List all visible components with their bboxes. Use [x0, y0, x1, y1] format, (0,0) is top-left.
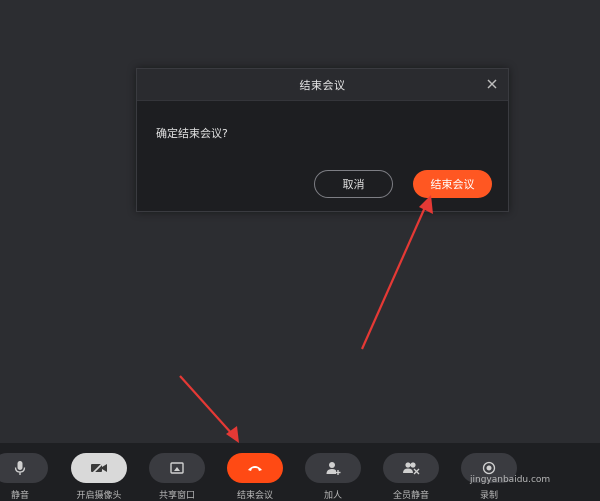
add-person-button[interactable] — [305, 453, 361, 483]
end-meeting-confirm-button[interactable]: 结束会议 — [413, 170, 492, 198]
arrowhead-hangup — [226, 426, 239, 443]
camera-off-icon — [91, 461, 107, 475]
share-label: 共享窗口 — [158, 491, 195, 501]
dialog-header: 结束会议 — [137, 69, 508, 101]
add-person-label: 加人 — [323, 491, 342, 501]
camera-label: 开启摄像头 — [76, 491, 122, 501]
share-screen-icon — [170, 462, 184, 474]
dialog-title: 结束会议 — [299, 79, 346, 92]
watermark: jingyanbaidu.com — [470, 475, 551, 485]
record-icon — [482, 461, 496, 475]
toolbar-camera: 开启摄像头 — [71, 453, 127, 501]
toolbar-add-person: 加人 — [305, 453, 361, 501]
arrow-to-hangup — [179, 375, 234, 436]
mute-all-icon — [403, 462, 420, 475]
toolbar-mute: 静音 — [0, 453, 48, 501]
camera-button[interactable] — [71, 453, 127, 483]
end-meeting-button[interactable] — [227, 453, 283, 483]
hang-up-icon — [248, 466, 262, 471]
toolbar-share: 共享窗口 — [149, 453, 205, 501]
close-icon[interactable] — [485, 76, 499, 90]
microphone-icon — [14, 461, 26, 475]
end-meeting-dialog: 结束会议 确定结束会议? 取消 结束会议 — [136, 68, 509, 212]
mute-label: 静音 — [10, 491, 29, 501]
mute-button[interactable] — [0, 453, 48, 483]
cancel-button[interactable]: 取消 — [314, 170, 393, 198]
arrow-to-confirm — [360, 204, 428, 350]
record-label: 录制 — [479, 491, 498, 501]
add-person-icon — [326, 462, 341, 475]
end-meeting-label: 结束会议 — [236, 491, 273, 501]
mute-all-label: 全员静音 — [392, 491, 429, 501]
dialog-message: 确定结束会议? — [156, 127, 228, 140]
toolbar-mute-all: 全员静音 — [383, 453, 439, 501]
toolbar-hangup: 结束会议 — [227, 453, 283, 501]
share-window-button[interactable] — [149, 453, 205, 483]
mute-all-button[interactable] — [383, 453, 439, 483]
meeting-toolbar: 静音 开启摄像头 共享窗口 结束会议 加人 全员静音 录制 — [0, 443, 600, 501]
